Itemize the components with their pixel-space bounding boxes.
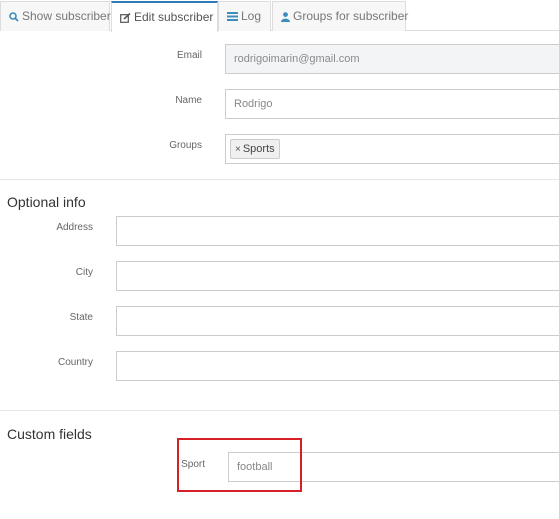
city-field[interactable] — [116, 261, 559, 291]
tab-label: Log — [241, 9, 262, 23]
tab-bar: Show subscriber Edit subscriber Log Grou… — [0, 0, 559, 32]
tab-label: Edit subscriber — [134, 10, 214, 24]
tab-label: Show subscriber — [22, 9, 111, 23]
highlight-box — [177, 438, 302, 492]
city-label: City — [75, 267, 93, 278]
list-icon — [227, 12, 238, 22]
address-field[interactable] — [116, 216, 559, 246]
divider — [0, 179, 559, 180]
tab-edit-subscriber[interactable]: Edit subscriber — [111, 1, 218, 32]
tab-groups-for-subscriber[interactable]: Groups for subscriber — [272, 1, 409, 31]
name-field[interactable]: Rodrigo — [225, 89, 559, 119]
tab-log[interactable]: Log — [218, 1, 271, 31]
groups-label: Groups — [169, 140, 202, 151]
group-tag-label: Sports — [242, 143, 275, 155]
email-label: Email — [176, 50, 202, 61]
divider — [0, 410, 559, 411]
groups-select[interactable]: × Sports — [225, 134, 559, 164]
search-icon — [9, 12, 19, 22]
country-label: Country — [57, 357, 93, 368]
email-field[interactable]: rodrigoimarin@gmail.com — [225, 44, 559, 74]
tag-remove-icon[interactable]: × — [235, 144, 241, 155]
state-field[interactable] — [116, 306, 559, 336]
state-label: State — [69, 312, 93, 323]
custom-fields-title: Custom fields — [7, 426, 92, 442]
edit-icon — [120, 12, 131, 23]
tab-label: Groups for subscriber — [293, 9, 409, 23]
optional-info-title: Optional info — [7, 194, 86, 210]
tab-show-subscriber[interactable]: Show subscriber — [0, 1, 111, 31]
user-icon — [281, 12, 290, 22]
address-label: Address — [56, 222, 93, 233]
group-tag: × Sports — [230, 139, 280, 159]
name-label: Name — [175, 95, 202, 106]
country-field[interactable] — [116, 351, 559, 381]
